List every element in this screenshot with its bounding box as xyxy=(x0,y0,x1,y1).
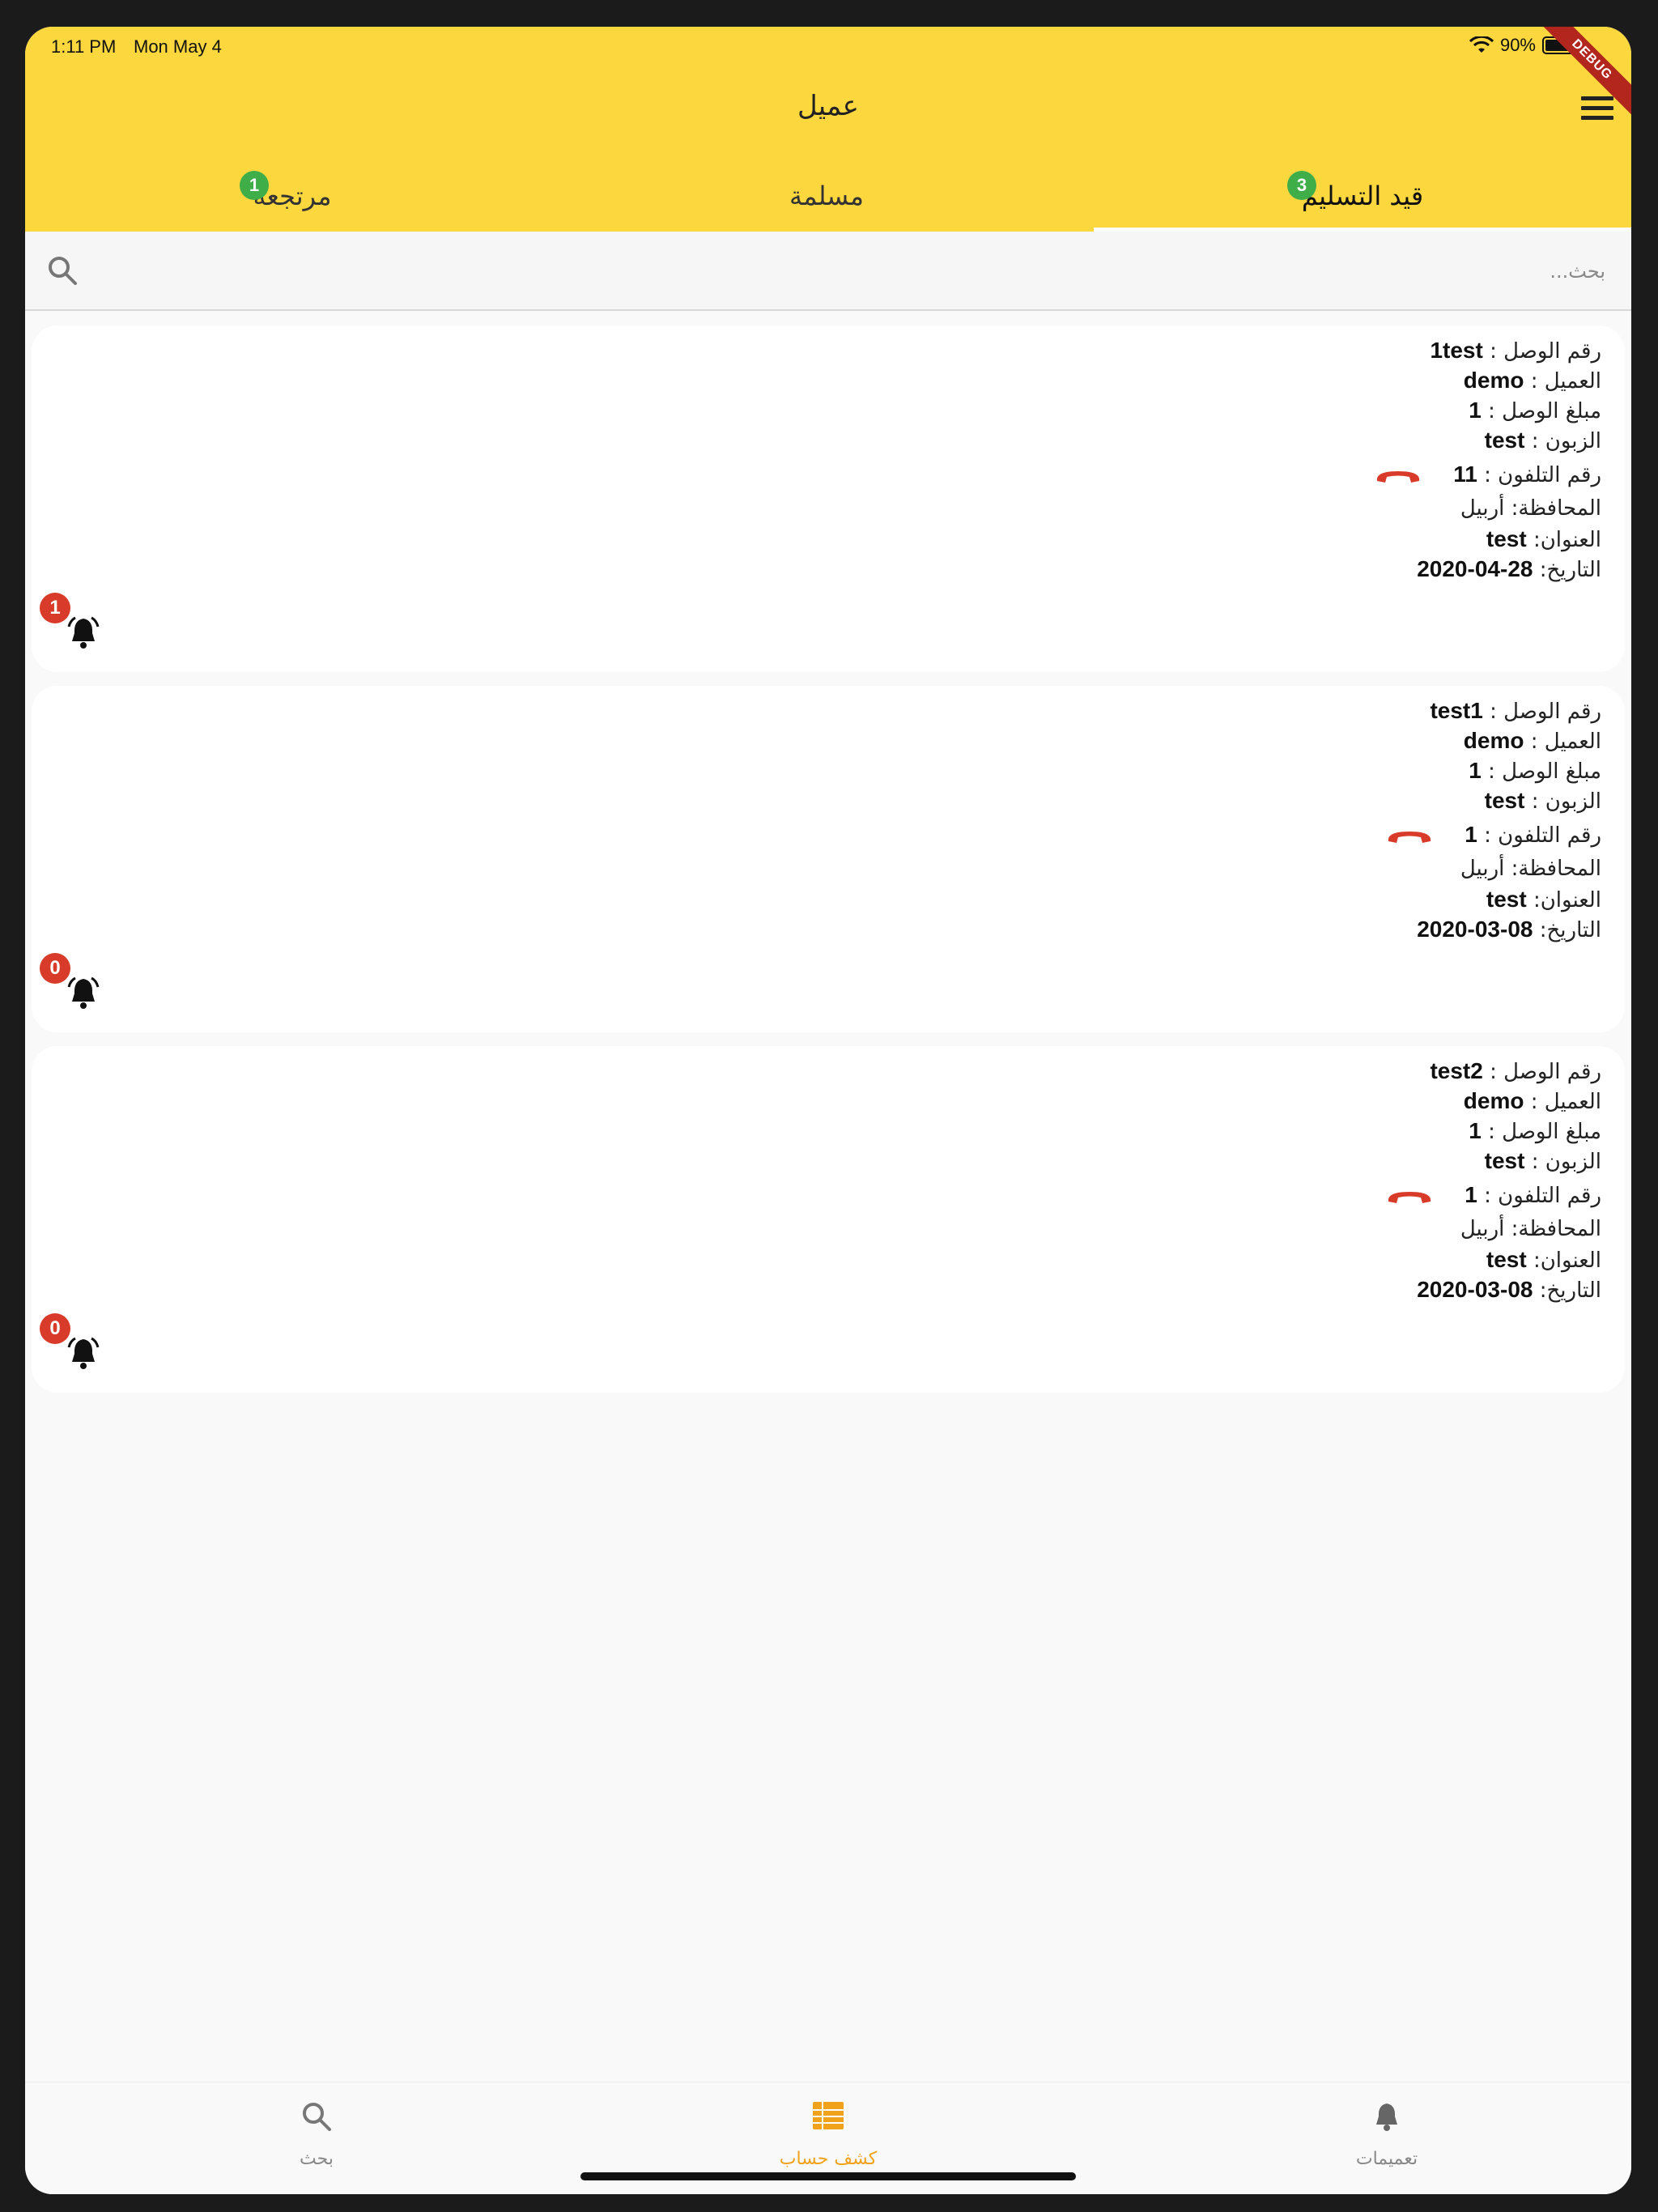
tab-count-badge: 3 xyxy=(1287,171,1316,200)
status-bar: 1:11 PM Mon May 4 90% xyxy=(25,27,1631,72)
bell-icon xyxy=(1376,2104,1397,2131)
wifi-icon xyxy=(1469,36,1494,53)
notification-count-badge: 0 xyxy=(40,953,70,984)
tab-delivered[interactable]: مسلمة xyxy=(559,164,1094,232)
app-bar: 1:11 PM Mon May 4 90% DEBUG عميل قيد الت… xyxy=(25,27,1631,232)
status-time: 1:11 PM xyxy=(51,36,117,57)
order-details: رقم الوصل : test2 العميل : demo مبلغ الو… xyxy=(1116,1056,1601,1304)
address-field: العنوان: test xyxy=(1486,526,1601,552)
tab-label: مرتجعة xyxy=(253,181,332,211)
date-field: التاريخ: 28-04-2020 xyxy=(1417,556,1601,582)
home-indicator xyxy=(580,2172,1076,2180)
client-field: العميل : demo xyxy=(1463,1088,1601,1114)
order-card[interactable]: رقم الوصل : test1 العميل : demo مبلغ الو… xyxy=(32,686,1625,1032)
address-field: العنوان: test xyxy=(1486,887,1601,912)
customer-field: الزبون : test xyxy=(1484,428,1601,453)
customer-field: الزبون : test xyxy=(1484,1148,1601,1174)
battery-percent: 90% xyxy=(1499,35,1536,55)
client-field: العميل : demo xyxy=(1463,728,1601,754)
governorate-field: المحافظة: أربيل xyxy=(1460,496,1601,521)
receipt-field: رقم الوصل : 1test xyxy=(1430,338,1601,364)
governorate-field: المحافظة: أربيل xyxy=(1460,857,1601,881)
notification-count-badge: 1 xyxy=(40,593,70,623)
receipt-field: رقم الوصل : test1 xyxy=(1430,698,1601,724)
amount-field: مبلغ الوصل : 1 xyxy=(1469,758,1601,784)
page-title: عميل xyxy=(797,90,859,122)
phone-field: رقم التلفون : 11 xyxy=(1116,455,1601,494)
ledger-icon xyxy=(813,2102,844,2129)
nav-label: كشف حساب xyxy=(779,2149,878,2169)
phone-call-icon[interactable] xyxy=(1385,1187,1434,1206)
tab-label: مسلمة xyxy=(789,181,864,211)
order-details: رقم الوصل : 1test العميل : demo مبلغ الو… xyxy=(1116,335,1601,584)
alarm-bell-icon[interactable] xyxy=(67,615,100,651)
nav-label: بحث xyxy=(300,2149,334,2169)
nav-announcements[interactable]: تعميمات xyxy=(1265,2082,1508,2194)
search-bar xyxy=(25,232,1631,311)
notification-count-badge: 0 xyxy=(40,1313,70,1344)
governorate-field: المحافظة: أربيل xyxy=(1460,1217,1601,1241)
search-icon xyxy=(303,2103,331,2131)
tab-count-badge: 1 xyxy=(240,171,269,200)
phone-call-icon[interactable] xyxy=(1385,827,1434,846)
search-input[interactable] xyxy=(308,248,1607,295)
amount-field: مبلغ الوصل : 1 xyxy=(1469,398,1601,423)
menu-icon[interactable] xyxy=(1581,96,1613,122)
amount-field: مبلغ الوصل : 1 xyxy=(1469,1118,1601,1144)
order-details: رقم الوصل : test1 العميل : demo مبلغ الو… xyxy=(1116,696,1601,944)
phone-field: رقم التلفون : 1 xyxy=(1116,1176,1601,1214)
address-field: العنوان: test xyxy=(1486,1247,1601,1273)
customer-field: الزبون : test xyxy=(1484,788,1601,814)
receipt-field: رقم الوصل : test2 xyxy=(1430,1058,1601,1084)
status-date: Mon May 4 xyxy=(134,36,222,57)
alarm-bell-icon[interactable] xyxy=(67,976,100,1011)
order-card[interactable]: رقم الوصل : test2 العميل : demo مبلغ الو… xyxy=(32,1046,1625,1393)
tab-label: قيد التسليم xyxy=(1301,181,1424,211)
nav-label: تعميمات xyxy=(1355,2149,1418,2169)
phone-field: رقم التلفون : 1 xyxy=(1116,815,1601,854)
app-screen: 1:11 PM Mon May 4 90% DEBUG عميل قيد الت… xyxy=(25,27,1631,2194)
search-icon[interactable] xyxy=(46,254,79,287)
phone-call-icon[interactable] xyxy=(1374,466,1422,486)
tab-pending-delivery[interactable]: قيد التسليم 3 xyxy=(1094,164,1631,232)
tab-returned[interactable]: مرتجعة 1 xyxy=(25,164,559,232)
alarm-bell-icon[interactable] xyxy=(67,1336,100,1372)
date-field: التاريخ: 08-03-2020 xyxy=(1417,1277,1601,1303)
date-field: التاريخ: 08-03-2020 xyxy=(1417,917,1601,942)
order-card[interactable]: رقم الوصل : 1test العميل : demo مبلغ الو… xyxy=(32,325,1625,672)
client-field: العميل : demo xyxy=(1463,368,1601,393)
tab-bar: قيد التسليم 3 مسلمة مرتجعة 1 xyxy=(25,164,1631,232)
nav-search[interactable]: بحث xyxy=(195,2082,438,2194)
